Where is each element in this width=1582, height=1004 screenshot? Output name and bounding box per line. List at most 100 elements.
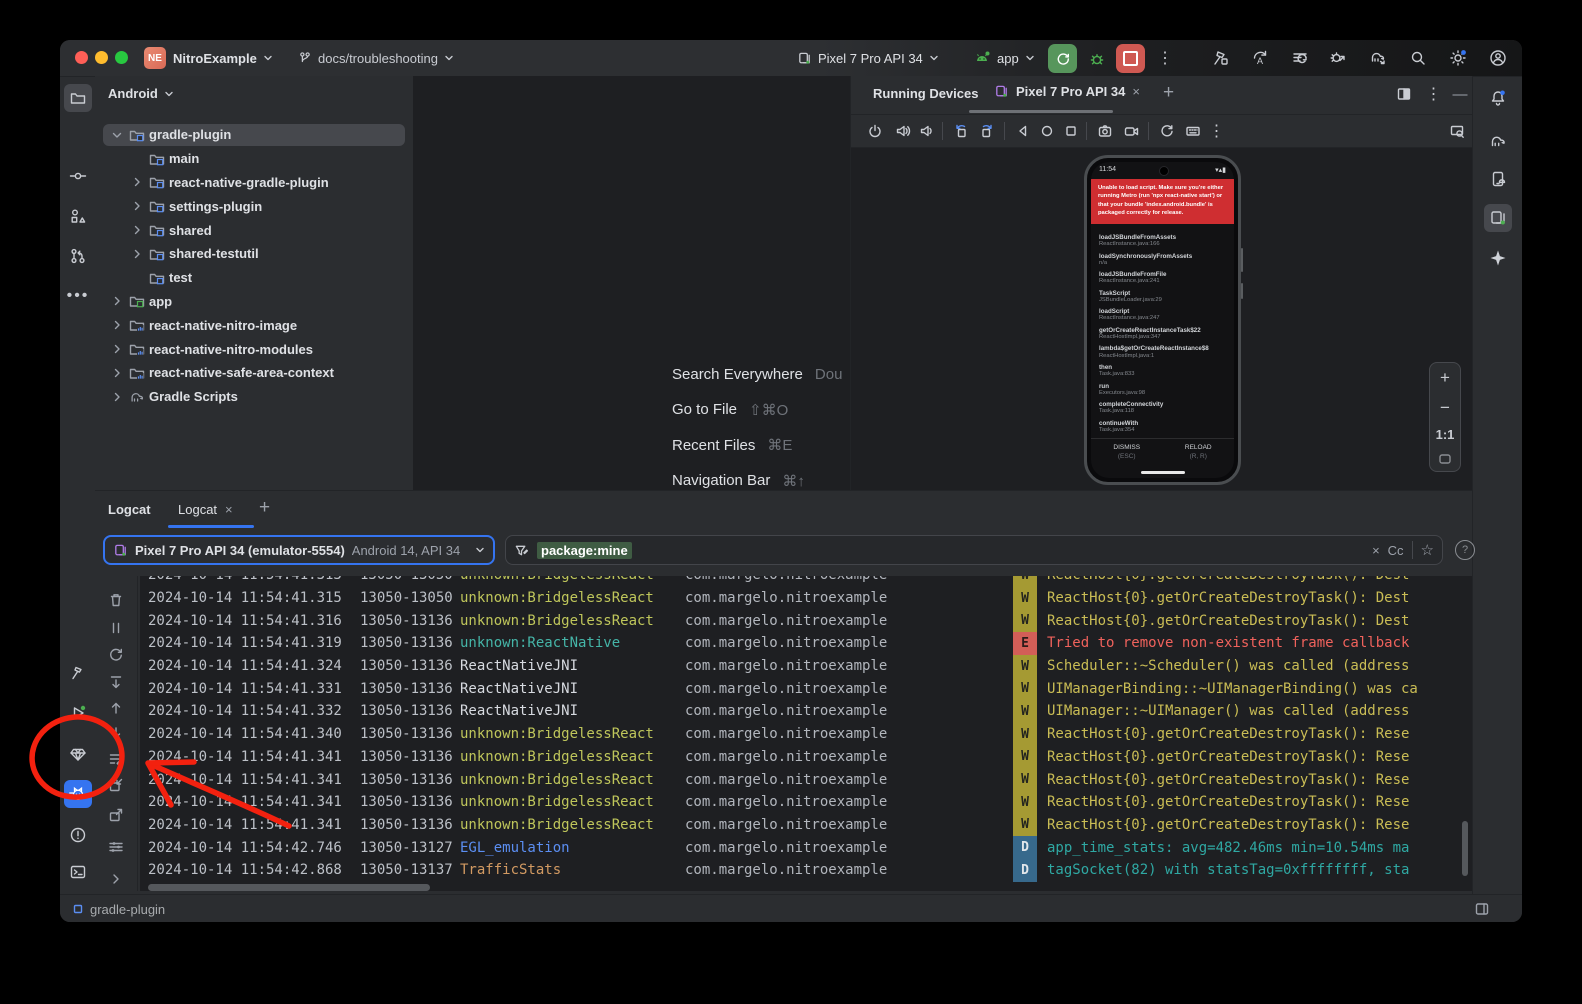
log-row[interactable]: 2024-10-14 11:54:41.32413050-13136ReactN… xyxy=(140,655,1460,678)
minimize-window-button[interactable] xyxy=(95,51,108,64)
more-tool-windows-button[interactable]: ••• xyxy=(64,282,92,310)
soft-wrap-icon[interactable] xyxy=(106,749,126,769)
search-icon[interactable] xyxy=(1408,48,1428,68)
gradle-sync-icon[interactable] xyxy=(1368,48,1388,68)
zoom-out-button[interactable]: − xyxy=(1440,398,1450,418)
chevron-right-icon[interactable] xyxy=(109,341,129,357)
build-tool-button[interactable] xyxy=(64,659,92,687)
emulator-screen[interactable]: 11:54 ▾▴▮ Unable to load script. Make su… xyxy=(1091,162,1234,478)
project-selector[interactable]: NitroExample xyxy=(173,40,273,76)
power-button-icon[interactable] xyxy=(865,121,885,141)
log-row[interactable]: 2024-10-14 11:54:41.33213050-13136ReactN… xyxy=(140,700,1460,723)
close-tab-icon[interactable]: × xyxy=(225,502,233,517)
account-avatar-icon[interactable] xyxy=(1488,48,1508,68)
tree-item[interactable]: app xyxy=(95,290,413,314)
reader-mode-icon[interactable] xyxy=(1474,901,1490,917)
tree-item[interactable]: test xyxy=(95,266,413,290)
running-devices-tool-button[interactable] xyxy=(1484,204,1512,232)
build-variants-icon[interactable] xyxy=(1290,48,1310,68)
emulator-more-icon[interactable]: ⋮ xyxy=(1207,121,1227,141)
log-row[interactable]: 2024-10-14 11:54:41.31613050-13136unknow… xyxy=(140,609,1460,632)
tree-item[interactable]: Gradle Scripts xyxy=(95,385,413,409)
virtual-keyboard-icon[interactable] xyxy=(1183,121,1203,141)
project-view-selector[interactable]: Android xyxy=(108,86,174,101)
pull-requests-tool-button[interactable] xyxy=(64,242,92,270)
tree-item[interactable]: settings-plugin xyxy=(95,194,413,218)
close-window-button[interactable] xyxy=(75,51,88,64)
logcat-filter-field[interactable]: package:mine × Cc ☆ xyxy=(505,535,1443,565)
run-configuration-selector[interactable]: app xyxy=(973,40,1035,76)
problems-tool-button[interactable] xyxy=(64,821,92,849)
app-quality-insights-tool-button[interactable] xyxy=(64,740,92,768)
fit-to-window-icon[interactable] xyxy=(1438,452,1452,466)
reload-button[interactable]: RELOAD (R, R) xyxy=(1163,439,1235,465)
log-row[interactable]: 2024-10-14 11:54:42.86813050-13137Traffi… xyxy=(140,859,1460,882)
zoom-in-button[interactable]: + xyxy=(1440,368,1450,388)
project-tool-button[interactable] xyxy=(64,84,92,112)
device-selector[interactable]: Pixel 7 Pro API 34 xyxy=(797,40,939,76)
scroll-to-end-icon[interactable] xyxy=(106,672,126,692)
run-tool-button[interactable] xyxy=(64,699,92,727)
add-device-tab-button[interactable]: + xyxy=(1163,82,1174,104)
instant-run-apply-icon[interactable]: A xyxy=(1250,48,1270,68)
log-row[interactable]: 2024-10-14 11:54:41.31913050-13136unknow… xyxy=(140,632,1460,655)
chevron-right-icon[interactable] xyxy=(129,246,149,262)
gradle-tool-button[interactable] xyxy=(1484,127,1512,155)
home-button-icon[interactable] xyxy=(1037,121,1057,141)
restart-logcat-icon[interactable] xyxy=(106,645,126,665)
branch-selector[interactable]: docs/troubleshooting xyxy=(298,40,454,76)
match-case-toggle[interactable]: Cc xyxy=(1388,543,1404,558)
rotate-left-icon[interactable] xyxy=(951,121,971,141)
vertical-scrollbar[interactable] xyxy=(1462,821,1468,876)
tree-item[interactable]: main xyxy=(95,147,413,171)
chevron-right-icon[interactable] xyxy=(109,293,129,309)
commit-tool-button[interactable] xyxy=(64,162,92,190)
stop-button[interactable] xyxy=(1116,44,1145,73)
chevron-right-icon[interactable] xyxy=(129,198,149,214)
log-row[interactable]: 2024-10-14 11:54:41.31313050-13050unknow… xyxy=(140,576,1460,587)
next-occurrence-icon[interactable] xyxy=(106,723,126,743)
previous-occurrence-icon[interactable] xyxy=(106,698,126,718)
maximize-window-button[interactable] xyxy=(115,51,128,64)
structure-tool-button[interactable] xyxy=(64,202,92,230)
profiler-icon[interactable] xyxy=(1328,48,1348,68)
dismiss-button[interactable]: DISMISS (ESC) xyxy=(1091,439,1163,465)
volume-up-icon[interactable] xyxy=(893,121,913,141)
new-logcat-tab-button[interactable]: + xyxy=(259,497,270,519)
tree-item[interactable]: react-native-gradle-plugin xyxy=(95,171,413,195)
screenshot-icon[interactable] xyxy=(1095,121,1115,141)
tree-item[interactable]: react-native-safe-area-context xyxy=(95,361,413,385)
tree-item[interactable]: shared xyxy=(95,218,413,242)
logcat-device-selector[interactable]: Pixel 7 Pro API 34 (emulator-5554) Andro… xyxy=(103,535,495,565)
gemini-sparkle-icon[interactable] xyxy=(1484,244,1512,272)
log-row[interactable]: 2024-10-14 11:54:41.34113050-13136unknow… xyxy=(140,791,1460,814)
device-reset-icon[interactable] xyxy=(1157,121,1177,141)
log-row[interactable]: 2024-10-14 11:54:41.34113050-13136unknow… xyxy=(140,746,1460,769)
logcat-tool-button[interactable] xyxy=(64,780,92,808)
log-row[interactable]: 2024-10-14 11:54:42.74613050-13127EGL_em… xyxy=(140,836,1460,859)
more-logcat-actions-icon[interactable] xyxy=(106,869,126,889)
chevron-right-icon[interactable] xyxy=(129,222,149,238)
chevron-right-icon[interactable] xyxy=(109,389,129,405)
chevron-right-icon[interactable] xyxy=(129,174,149,190)
chevron-right-icon[interactable] xyxy=(109,365,129,381)
logcat-output[interactable]: 2024-10-14 11:54:41.31313050-13050unknow… xyxy=(140,576,1460,891)
tree-item[interactable]: react-native-nitro-modules xyxy=(95,337,413,361)
close-tab-icon[interactable]: × xyxy=(1132,84,1140,99)
device-tab[interactable]: Pixel 7 Pro API 34 × xyxy=(994,84,1140,99)
device-manager-tool-button[interactable] xyxy=(1484,165,1512,193)
log-row[interactable]: 2024-10-14 11:54:41.31513050-13050unknow… xyxy=(140,587,1460,610)
log-row[interactable]: 2024-10-14 11:54:41.34013050-13136unknow… xyxy=(140,723,1460,746)
log-row[interactable]: 2024-10-14 11:54:41.34113050-13136unknow… xyxy=(140,768,1460,791)
log-row[interactable]: 2024-10-14 11:54:41.34113050-13136unknow… xyxy=(140,814,1460,837)
layout-mode-icon[interactable] xyxy=(1394,84,1414,104)
chevron-down-icon[interactable] xyxy=(109,127,129,143)
export-logs-icon[interactable] xyxy=(106,805,126,825)
favorite-filter-icon[interactable]: ☆ xyxy=(1421,541,1434,559)
settings-gear-icon[interactable] xyxy=(1448,48,1468,68)
logcat-tab[interactable]: Logcat× xyxy=(178,502,233,517)
volume-down-icon[interactable] xyxy=(917,121,937,141)
clear-filter-icon[interactable]: × xyxy=(1372,543,1380,558)
tree-item[interactable]: shared-testutil xyxy=(95,242,413,266)
panel-options-icon[interactable]: ⋮ xyxy=(1424,84,1444,104)
